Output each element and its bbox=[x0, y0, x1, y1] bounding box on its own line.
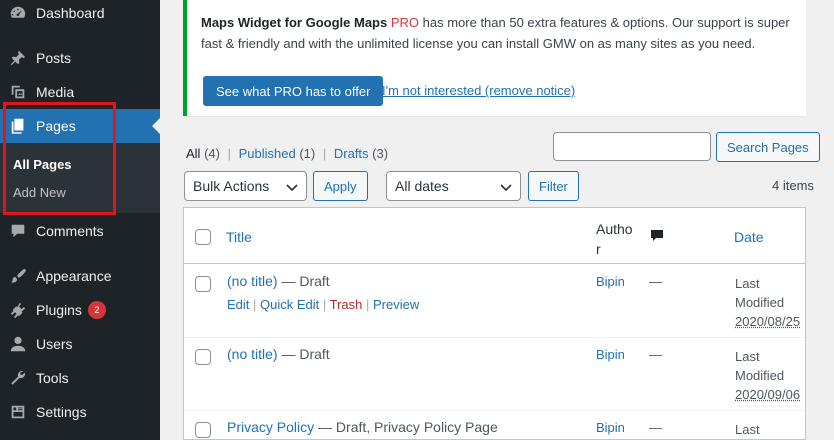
table-row: (no title) — Draft Bipin — Last Modified… bbox=[184, 338, 805, 411]
user-icon bbox=[0, 327, 36, 361]
row-state: — Draft, Privacy Policy Page bbox=[314, 419, 498, 435]
comment-icon bbox=[0, 214, 36, 248]
notice-product-name: Maps Widget for Google Maps bbox=[201, 15, 387, 30]
notice-text-line2: fast & friendly and with the unlimited l… bbox=[201, 36, 755, 51]
search-input[interactable] bbox=[553, 132, 711, 161]
row-date: Last Modified 2020/09/06 bbox=[735, 347, 800, 404]
row-date: Last Modified 2020/08/25 bbox=[735, 274, 800, 331]
column-title-header[interactable]: Title bbox=[226, 229, 252, 245]
row-checkbox[interactable] bbox=[195, 276, 211, 292]
row-author-link[interactable]: Bipin bbox=[596, 347, 625, 362]
view-drafts-count: (3) bbox=[372, 146, 388, 161]
row-comments: — bbox=[649, 274, 662, 289]
sidebar-item-tools[interactable]: Tools bbox=[0, 361, 160, 395]
preview-link[interactable]: Preview bbox=[373, 297, 419, 312]
plugin-icon bbox=[0, 293, 36, 327]
row-checkbox[interactable] bbox=[195, 422, 211, 438]
view-published-count: (1) bbox=[299, 146, 315, 161]
row-comments: — bbox=[649, 420, 662, 435]
sidebar-item-dashboard[interactable]: Dashboard bbox=[0, 0, 160, 30]
sidebar-item-label: Plugins bbox=[36, 302, 82, 318]
bulk-actions-value: Bulk Actions bbox=[193, 178, 269, 194]
view-published-link[interactable]: Published bbox=[239, 146, 296, 161]
trash-link[interactable]: Trash bbox=[330, 297, 363, 312]
row-state: — Draft bbox=[278, 346, 330, 362]
chevron-down-icon bbox=[286, 181, 298, 193]
apply-button[interactable]: Apply bbox=[313, 171, 368, 201]
notice-text-line1: has more than 50 extra features & option… bbox=[419, 15, 790, 30]
row-title-link[interactable]: (no title) bbox=[227, 273, 278, 289]
dismiss-notice-link[interactable]: I'm not interested (remove notice) bbox=[382, 83, 575, 98]
row-comments: — bbox=[649, 347, 662, 362]
search-pages-button[interactable]: Search Pages bbox=[716, 132, 820, 162]
column-date-header[interactable]: Date bbox=[734, 229, 764, 245]
brush-icon bbox=[0, 259, 36, 293]
sidebar-item-label: Settings bbox=[36, 404, 87, 420]
notice-pro-label: PRO bbox=[391, 15, 419, 30]
table-header: Title Autho r Date bbox=[184, 208, 805, 264]
view-all-link[interactable]: All bbox=[186, 146, 200, 161]
dashboard-icon bbox=[0, 0, 36, 30]
view-separator: | bbox=[224, 146, 235, 161]
sidebar-item-plugins[interactable]: Plugins 2 bbox=[0, 293, 160, 327]
bulk-actions-select[interactable]: Bulk Actions bbox=[184, 171, 307, 201]
sidebar-item-posts[interactable]: Posts bbox=[0, 41, 160, 75]
sidebar-item-users[interactable]: Users bbox=[0, 327, 160, 361]
row-title-link[interactable]: Privacy Policy bbox=[227, 419, 314, 435]
row-title: (no title) — Draft bbox=[227, 346, 330, 362]
row-checkbox[interactable] bbox=[195, 349, 211, 365]
status-views: All (4) | Published (1) | Drafts (3) bbox=[186, 146, 388, 161]
highlight-annotation-box bbox=[3, 102, 116, 215]
table-row: Privacy Policy — Draft, Privacy Policy P… bbox=[184, 411, 805, 440]
sidebar-item-label: Appearance bbox=[36, 268, 112, 284]
sidebar-item-comments[interactable]: Comments bbox=[0, 214, 160, 248]
filter-button[interactable]: Filter bbox=[528, 171, 579, 201]
update-count-badge: 2 bbox=[88, 301, 106, 319]
sidebar-item-label: Users bbox=[36, 336, 73, 352]
row-title-link[interactable]: (no title) bbox=[227, 346, 278, 362]
row-title: (no title) — Draft bbox=[227, 273, 330, 289]
pin-icon bbox=[0, 41, 36, 75]
sidebar-item-appearance[interactable]: Appearance bbox=[0, 259, 160, 293]
admin-sidebar: Dashboard Posts Media Pages All Pages Ad… bbox=[0, 0, 160, 440]
dates-value: All dates bbox=[395, 178, 449, 194]
view-separator: | bbox=[319, 146, 330, 161]
view-drafts-link[interactable]: Drafts bbox=[334, 146, 369, 161]
plugin-notice: Maps Widget for Google Maps PRO has more… bbox=[183, 0, 806, 116]
sidebar-item-label: Comments bbox=[36, 223, 104, 239]
row-title: Privacy Policy — Draft, Privacy Policy P… bbox=[227, 419, 498, 435]
settings-icon bbox=[0, 395, 36, 429]
active-indicator bbox=[152, 118, 160, 134]
items-count: 4 items bbox=[772, 178, 814, 193]
sidebar-item-settings[interactable]: Settings bbox=[0, 395, 160, 429]
quick-edit-link[interactable]: Quick Edit bbox=[260, 297, 319, 312]
row-date: Last bbox=[735, 420, 760, 439]
pages-table: Title Autho r Date (no title) — Draft Edi… bbox=[183, 207, 806, 440]
comment-icon bbox=[650, 229, 664, 243]
row-state: — Draft bbox=[278, 273, 330, 289]
row-actions: Edit | Quick Edit | Trash | Preview bbox=[227, 297, 419, 312]
see-pro-button[interactable]: See what PRO has to offer bbox=[203, 76, 383, 106]
edit-link[interactable]: Edit bbox=[227, 297, 249, 312]
view-all-count: (4) bbox=[204, 146, 220, 161]
wrench-icon bbox=[0, 361, 36, 395]
sidebar-item-label: Dashboard bbox=[36, 5, 105, 21]
dates-select[interactable]: All dates bbox=[386, 171, 521, 201]
column-author-header: Autho r bbox=[596, 219, 636, 259]
table-row: (no title) — Draft Edit | Quick Edit | T… bbox=[184, 265, 805, 338]
chevron-down-icon bbox=[500, 181, 512, 193]
row-author-link[interactable]: Bipin bbox=[596, 274, 625, 289]
sidebar-item-label: Media bbox=[36, 84, 74, 100]
sidebar-item-label: Posts bbox=[36, 50, 71, 66]
sidebar-item-label: Tools bbox=[36, 370, 69, 386]
select-all-checkbox[interactable] bbox=[195, 229, 211, 245]
row-author-link[interactable]: Bipin bbox=[596, 420, 625, 435]
notice-text: Maps Widget for Google Maps PRO has more… bbox=[201, 12, 801, 54]
